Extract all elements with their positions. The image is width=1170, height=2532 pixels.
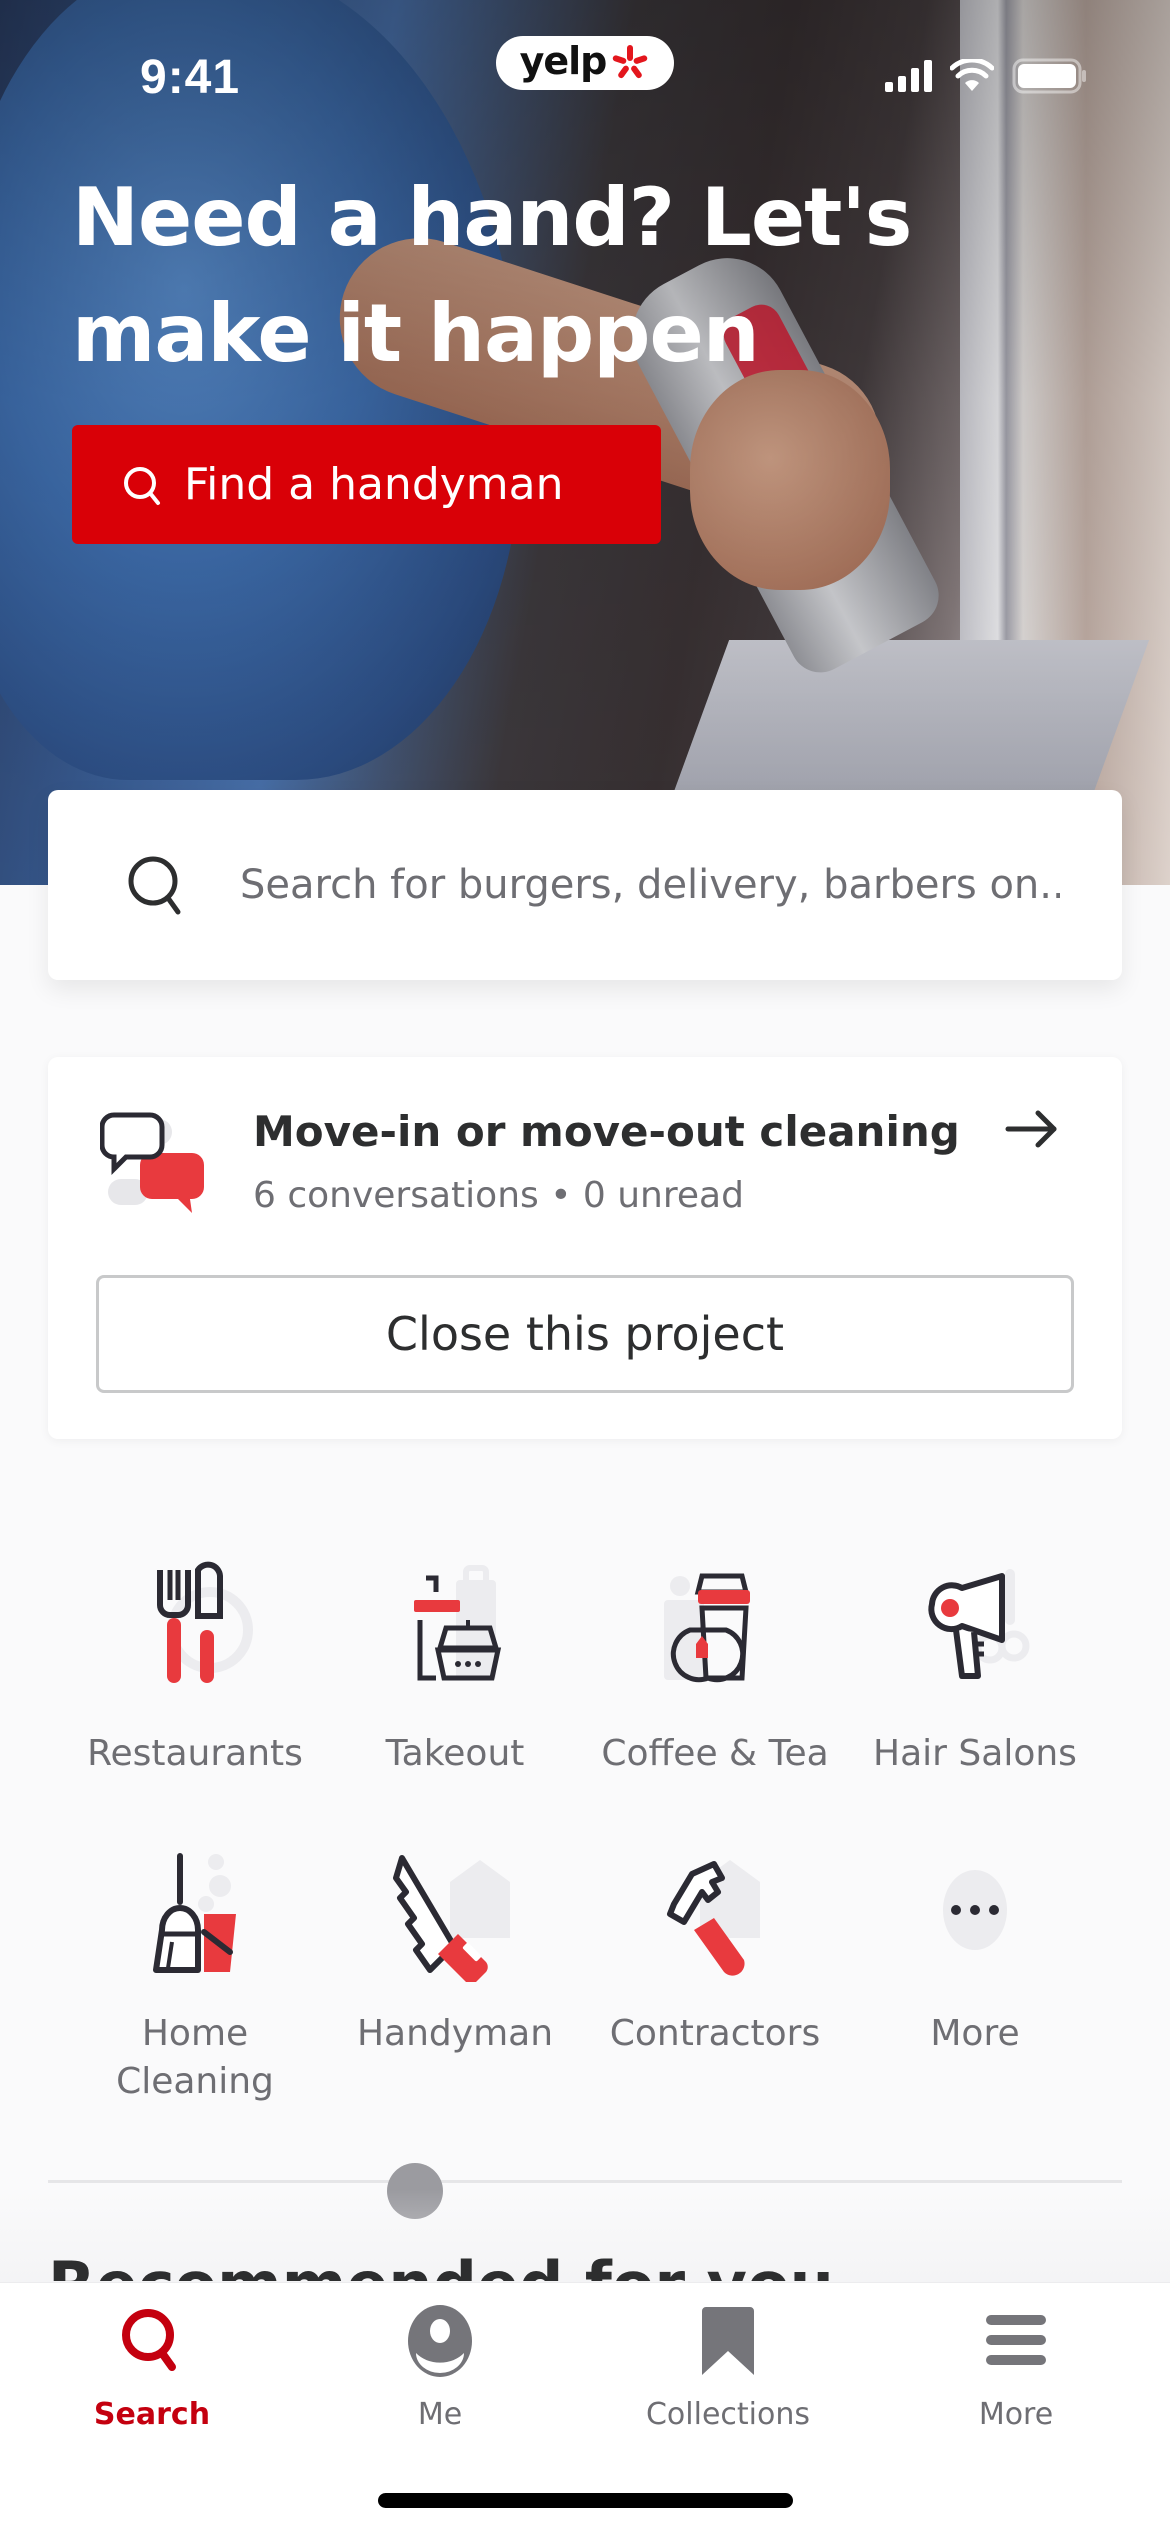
find-handyman-button[interactable]: Find a handyman — [72, 425, 661, 544]
find-handyman-label: Find a handyman — [184, 459, 564, 510]
category-restaurants[interactable]: Restaurants — [65, 1560, 325, 1822]
category-label: Coffee & Tea — [601, 1733, 829, 1774]
tab-label: Me — [417, 2397, 463, 2432]
category-contractors[interactable]: Contractors — [585, 1852, 845, 2114]
yelp-burst-icon — [613, 45, 648, 79]
fork-knife-icon — [157, 1561, 253, 1683]
coffee-cup-icon — [664, 1573, 750, 1683]
cellular-signal-icon — [885, 60, 932, 92]
yelp-wordmark: yelp — [519, 39, 608, 83]
category-home-cleaning[interactable]: Home Cleaning — [65, 1852, 325, 2114]
category-label: Home Cleaning — [116, 2013, 274, 2102]
tab-label: Search — [93, 2397, 211, 2432]
category-grid: Restaurants Takeout Coffee & Tea Hair Sa… — [65, 1560, 1105, 2114]
status-time: 9:41 — [140, 51, 241, 104]
category-takeout[interactable]: Takeout — [325, 1560, 585, 1822]
close-project-button[interactable]: Close this project — [96, 1275, 1074, 1393]
search-icon — [128, 856, 181, 915]
project-card[interactable]: Move-in or move-out cleaning 6 conversat… — [48, 1057, 1122, 1439]
saw-icon — [393, 1855, 510, 1982]
bookmark-icon — [702, 2307, 754, 2375]
conversations-icon — [100, 1112, 204, 1213]
takeout-icon — [414, 1565, 502, 1681]
search-icon — [124, 466, 160, 505]
yelp-logo: yelp — [496, 36, 674, 90]
tab-label: More — [978, 2397, 1054, 2432]
battery-icon — [1012, 58, 1086, 94]
category-coffee-tea[interactable]: Coffee & Tea — [585, 1560, 845, 1822]
category-label: Takeout — [385, 1733, 525, 1774]
category-label: Handyman — [356, 2013, 554, 2054]
wifi-icon — [950, 59, 994, 91]
project-subtitle: 6 conversations • 0 unread — [253, 1175, 744, 1216]
tab-more[interactable]: More — [916, 2303, 1116, 2432]
category-more[interactable]: More — [845, 1852, 1105, 2114]
profile-icon — [408, 2305, 472, 2377]
status-bar: 9:41 yelp — [0, 0, 1170, 140]
tab-collections[interactable]: Collections — [628, 2303, 828, 2432]
search-input[interactable] — [240, 862, 1060, 908]
home-indicator — [378, 2493, 793, 2508]
search-icon — [122, 2309, 176, 2371]
tab-label: Collections — [645, 2397, 811, 2432]
more-dots-icon — [943, 1870, 1007, 1950]
menu-icon — [986, 2315, 1046, 2365]
category-label: Restaurants — [87, 1733, 303, 1774]
status-icons — [885, 58, 1088, 94]
broom-icon — [153, 1853, 236, 1973]
tab-search[interactable]: Search — [52, 2303, 252, 2432]
category-handyman[interactable]: Handyman — [325, 1852, 585, 2114]
category-label: Contractors — [609, 2013, 821, 2054]
arrow-right-icon[interactable] — [1002, 1099, 1062, 1159]
project-title: Move-in or move-out cleaning — [253, 1107, 960, 1156]
hammer-icon — [667, 1860, 760, 1976]
recommended-heading: Recommended for you — [48, 2245, 834, 2281]
search-bar[interactable] — [48, 790, 1122, 980]
hero-title: Need a hand? Let's make it happen — [72, 171, 912, 380]
tab-me[interactable]: Me — [340, 2303, 540, 2432]
hair-dryer-icon — [928, 1569, 1030, 1679]
category-label: More — [930, 2013, 1020, 2054]
category-label: Hair Salons — [873, 1733, 1077, 1774]
category-hair-salons[interactable]: Hair Salons — [845, 1560, 1105, 1822]
section-divider — [48, 2180, 1122, 2183]
